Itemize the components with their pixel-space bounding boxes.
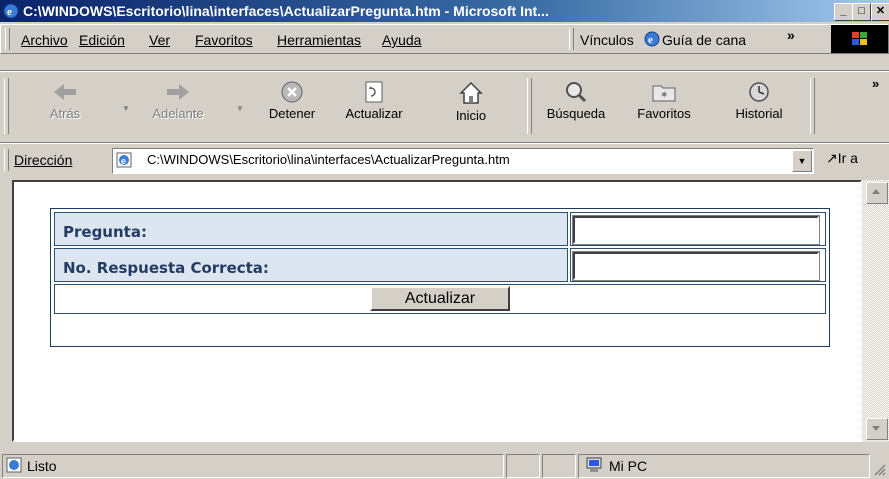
question-label-cell: Pregunta: (54, 212, 568, 246)
computer-icon (586, 457, 602, 472)
status-bar: Listo Mi PC (0, 450, 889, 479)
back-arrow-icon (54, 84, 76, 100)
go-arrow-icon: ↗ (826, 150, 838, 166)
status-pane-2 (506, 454, 540, 478)
svg-text:e: e (121, 156, 126, 166)
answer-input[interactable] (572, 251, 820, 281)
arrow-down-icon (872, 426, 880, 431)
address-label: Dirección (14, 152, 73, 168)
page-done-icon (6, 457, 22, 473)
status-text-pane: Listo (2, 454, 504, 478)
go-label: Ir a (837, 150, 858, 166)
svg-text:e: e (648, 34, 653, 46)
band-separator (0, 70, 889, 72)
answer-label: No. Respuesta Correcta: (63, 259, 269, 277)
scroll-up-button[interactable] (866, 182, 888, 204)
links-label: Vínculos (580, 32, 634, 48)
close-button[interactable]: ✕ (871, 3, 889, 21)
history-button[interactable]: Historial (722, 76, 796, 136)
zone-text: Mi PC (609, 458, 648, 474)
menu-favoritos[interactable]: Favoritos (195, 32, 253, 48)
history-clock-icon (749, 82, 769, 102)
go-button[interactable]: ↗Ir a (826, 150, 858, 167)
home-button[interactable]: Inicio (446, 76, 496, 136)
search-icon (566, 82, 587, 103)
toolbar-end-separator (810, 78, 815, 134)
menu-herramientas[interactable]: Herramientas (277, 32, 361, 48)
answer-label-cell: No. Respuesta Correcta: (54, 248, 568, 282)
title-bar[interactable]: e C:\WINDOWS\Escritorio\lina\interfaces\… (0, 0, 889, 22)
back-dropdown-icon[interactable]: ▼ (122, 104, 130, 113)
menu-edicion[interactable]: Edición (79, 32, 125, 48)
band-separator (0, 142, 889, 144)
favorites-label: Favoritos (637, 106, 691, 121)
windows-flag-icon (852, 32, 867, 45)
toolbar-chevron[interactable]: » (872, 76, 879, 91)
links-item-guia[interactable]: Guía de cana (662, 32, 782, 48)
search-label: Búsqueda (546, 106, 606, 121)
links-grip[interactable] (569, 28, 574, 50)
zone-pane: Mi PC (578, 454, 870, 478)
minimize-button[interactable]: _ (834, 3, 853, 21)
ie-logo-icon: e (3, 3, 19, 19)
update-question-form: Pregunta: No. Respuesta Correcta: Actual… (50, 208, 830, 347)
update-button[interactable]: Actualizar (370, 286, 510, 311)
favorites-folder-icon: ✶ (652, 85, 676, 102)
address-input[interactable]: C:\WINDOWS\Escritorio\lina\interfaces\Ac… (147, 152, 510, 167)
stop-button[interactable]: Detener (258, 76, 326, 136)
forward-button[interactable]: Adelante (138, 76, 218, 136)
history-label: Historial (735, 106, 783, 121)
svg-text:✶: ✶ (660, 90, 668, 101)
address-bar: Dirección e C:\WINDOWS\Escritorio\lina\i… (0, 146, 889, 176)
page-viewport: Pregunta: No. Respuesta Correcta: Actual… (12, 180, 862, 442)
menu-ayuda[interactable]: Ayuda (382, 32, 421, 48)
page-icon: e (116, 152, 132, 168)
menu-grip[interactable] (5, 28, 10, 50)
ie-logo-icon: e (644, 31, 660, 47)
maximize-button[interactable]: □ (852, 3, 871, 21)
home-icon (459, 81, 483, 104)
status-pane-3 (542, 454, 576, 478)
question-input[interactable] (572, 215, 820, 245)
favorites-button[interactable]: ✶ Favoritos (624, 76, 704, 136)
toolbar-separator (527, 78, 532, 134)
toolbar-grip[interactable] (4, 78, 9, 134)
forward-dropdown-icon[interactable]: ▼ (236, 104, 244, 113)
refresh-button[interactable]: Actualizar (334, 76, 414, 136)
address-dropdown-button[interactable]: ▼ (792, 150, 812, 172)
window-title: C:\WINDOWS\Escritorio\lina\interfaces\Ac… (23, 3, 549, 19)
home-label: Inicio (455, 108, 487, 123)
address-grip[interactable] (4, 149, 9, 171)
windows-logo-pane (831, 25, 888, 53)
back-label: Atrás (49, 106, 81, 121)
standard-toolbar: Atrás ▼ Adelante ▼ Detener Actualizar In… (0, 76, 889, 140)
question-label: Pregunta: (63, 223, 147, 241)
submit-row: Actualizar (54, 284, 826, 314)
address-combobox[interactable]: e C:\WINDOWS\Escritorio\lina\interfaces\… (112, 148, 814, 174)
status-text: Listo (27, 458, 57, 474)
back-button[interactable]: Atrás (40, 76, 90, 136)
arrow-up-icon (872, 189, 880, 194)
svg-text:e: e (7, 6, 12, 18)
answer-input-cell (570, 248, 826, 282)
stop-label: Detener (268, 106, 316, 121)
resize-grip-icon[interactable] (872, 462, 886, 476)
menu-archivo[interactable]: Archivo (21, 32, 68, 48)
question-input-cell (570, 212, 826, 246)
forward-arrow-icon (167, 84, 189, 100)
menu-bar: Archivo Edición Ver Favoritos Herramient… (0, 24, 889, 54)
scroll-down-button[interactable] (866, 418, 888, 440)
forward-label: Adelante (152, 106, 204, 121)
search-button[interactable]: Búsqueda (534, 76, 618, 136)
menu-ver[interactable]: Ver (149, 32, 170, 48)
links-chevron[interactable]: » (787, 27, 795, 43)
stop-icon (281, 81, 303, 103)
refresh-icon (365, 81, 383, 103)
refresh-label: Actualizar (345, 106, 403, 121)
vertical-scrollbar[interactable] (862, 180, 889, 442)
